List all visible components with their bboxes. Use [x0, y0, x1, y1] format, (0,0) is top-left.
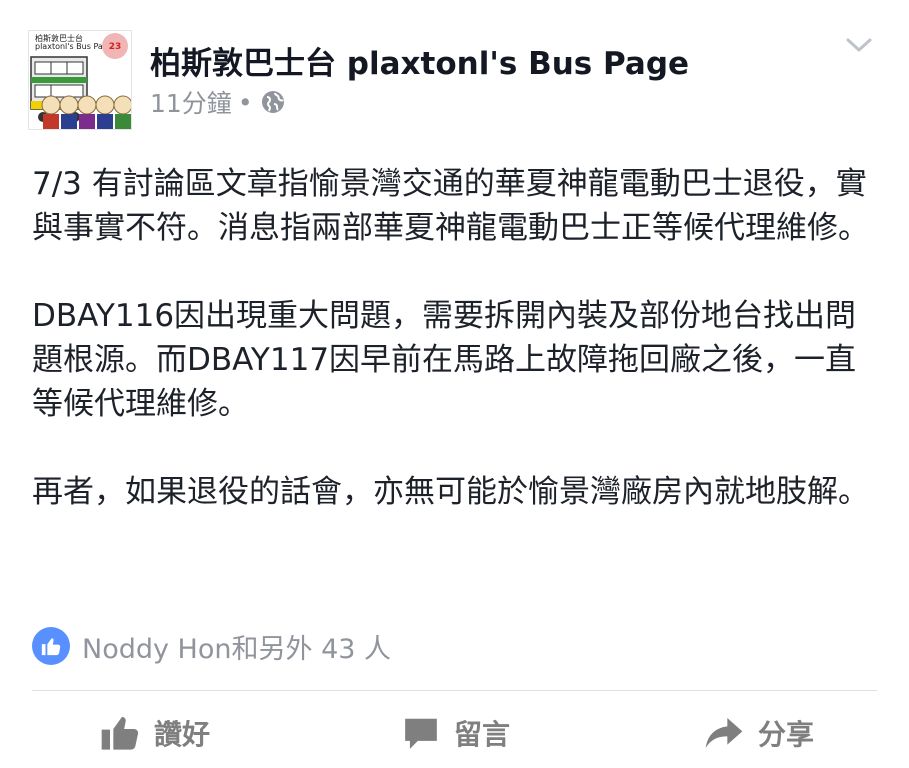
comment-icon	[405, 718, 437, 749]
like-button[interactable]: 讚好	[100, 700, 210, 766]
globe-icon	[261, 91, 284, 113]
chevron-down-icon[interactable]	[845, 36, 873, 54]
avatar-badge: 23	[102, 33, 128, 59]
page-avatar[interactable]: 柏斯敦巴士台 plaxtonl's Bus Page 23	[28, 30, 132, 130]
post-meta: 11分鐘 •	[150, 84, 285, 120]
post-body: 7/3 有討論區文章指愉景灣交通的華夏神龍電動巴士退役，實與事實不符。消息指兩部…	[32, 162, 882, 514]
post-paragraph: 7/3 有討論區文章指愉景灣交通的華夏神龍電動巴士退役，實與事實不符。消息指兩部…	[32, 166, 869, 246]
meta-separator: •	[237, 87, 253, 117]
post-paragraph: 再者，如果退役的話會，亦無可能於愉景灣廠房內就地肢解。	[32, 474, 869, 510]
share-arrow-icon	[705, 718, 743, 748]
thumbs-up-icon	[101, 716, 139, 750]
page-name-link[interactable]: 柏斯敦巴士台 plaxtonl's Bus Page	[150, 38, 689, 83]
comment-button[interactable]: 留言	[402, 700, 510, 766]
share-button-label: 分享	[758, 718, 815, 751]
like-button-label: 讚好	[154, 718, 211, 751]
comment-button-label: 留言	[454, 718, 511, 751]
like-reaction-icon	[32, 627, 70, 665]
reactions-summary[interactable]: Noddy Hon和另外 43 人	[32, 625, 391, 667]
actions-divider	[32, 690, 877, 691]
post-actions-bar: 讚好 留言 分享	[0, 700, 909, 766]
post-timestamp[interactable]: 11分鐘	[150, 84, 232, 120]
post-paragraph: DBAY116因出現重大問題，需要拆開內裝及部份地台找出問題根源。而DBAY11…	[32, 298, 857, 422]
share-button[interactable]: 分享	[704, 700, 814, 766]
likes-count-text: Noddy Hon和另外 43 人	[82, 633, 392, 665]
